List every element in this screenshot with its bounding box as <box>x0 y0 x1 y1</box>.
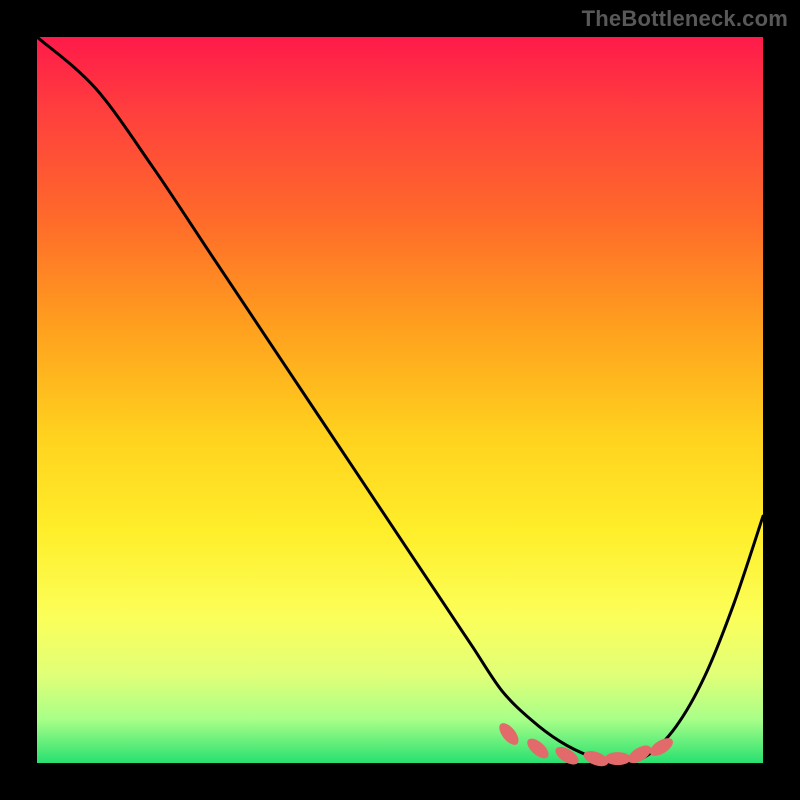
highlight-dot <box>496 720 522 748</box>
highlight-dot <box>605 752 631 765</box>
highlight-dot <box>524 735 552 762</box>
plot-area <box>37 37 763 763</box>
curve-layer <box>37 37 763 763</box>
chart-frame: TheBottleneck.com <box>0 0 800 800</box>
watermark-text: TheBottleneck.com <box>582 6 788 32</box>
highlight-dot <box>647 735 676 760</box>
bottleneck-curve <box>37 37 763 763</box>
highlight-dots <box>496 720 676 769</box>
